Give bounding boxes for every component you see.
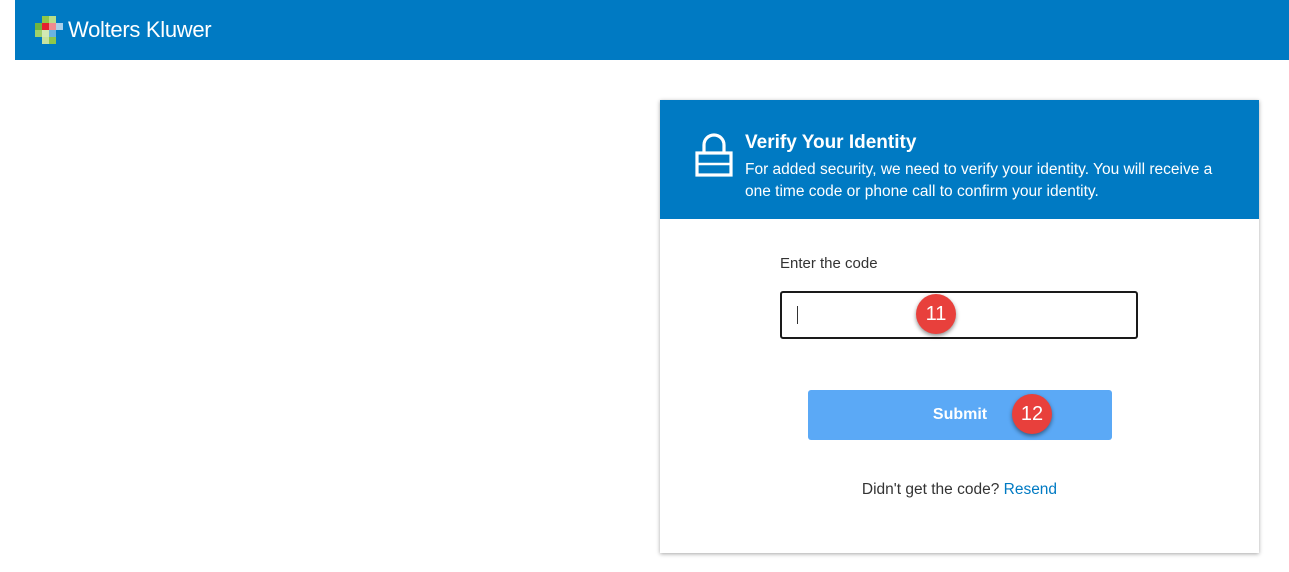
code-field-label: Enter the code <box>780 255 878 272</box>
page-description: For added security, we need to verify yo… <box>745 161 1213 200</box>
resend-link[interactable]: Resend <box>1004 481 1057 498</box>
resend-row: Didn't get the code? Resend <box>660 481 1259 499</box>
step-marker-submit: 12 <box>1012 394 1052 434</box>
brand-name: Wolters Kluwer <box>68 17 212 42</box>
submit-button[interactable]: Submit <box>808 390 1112 440</box>
step-marker-input: 11 <box>916 294 956 334</box>
text-caret <box>797 306 798 324</box>
resend-prompt: Didn't get the code? <box>861 481 1000 498</box>
verify-identity-card: Verify Your Identity For added security,… <box>660 100 1259 553</box>
page-title: Verify Your Identity <box>745 132 917 153</box>
code-input[interactable] <box>780 291 1138 339</box>
top-navigation-bar: Wolters Kluwer <box>15 0 1289 60</box>
wolters-kluwer-logo-icon <box>33 16 63 44</box>
lock-icon <box>695 133 733 177</box>
card-header: Verify Your Identity For added security,… <box>660 100 1259 219</box>
brand-logo[interactable]: Wolters Kluwer <box>33 16 212 44</box>
